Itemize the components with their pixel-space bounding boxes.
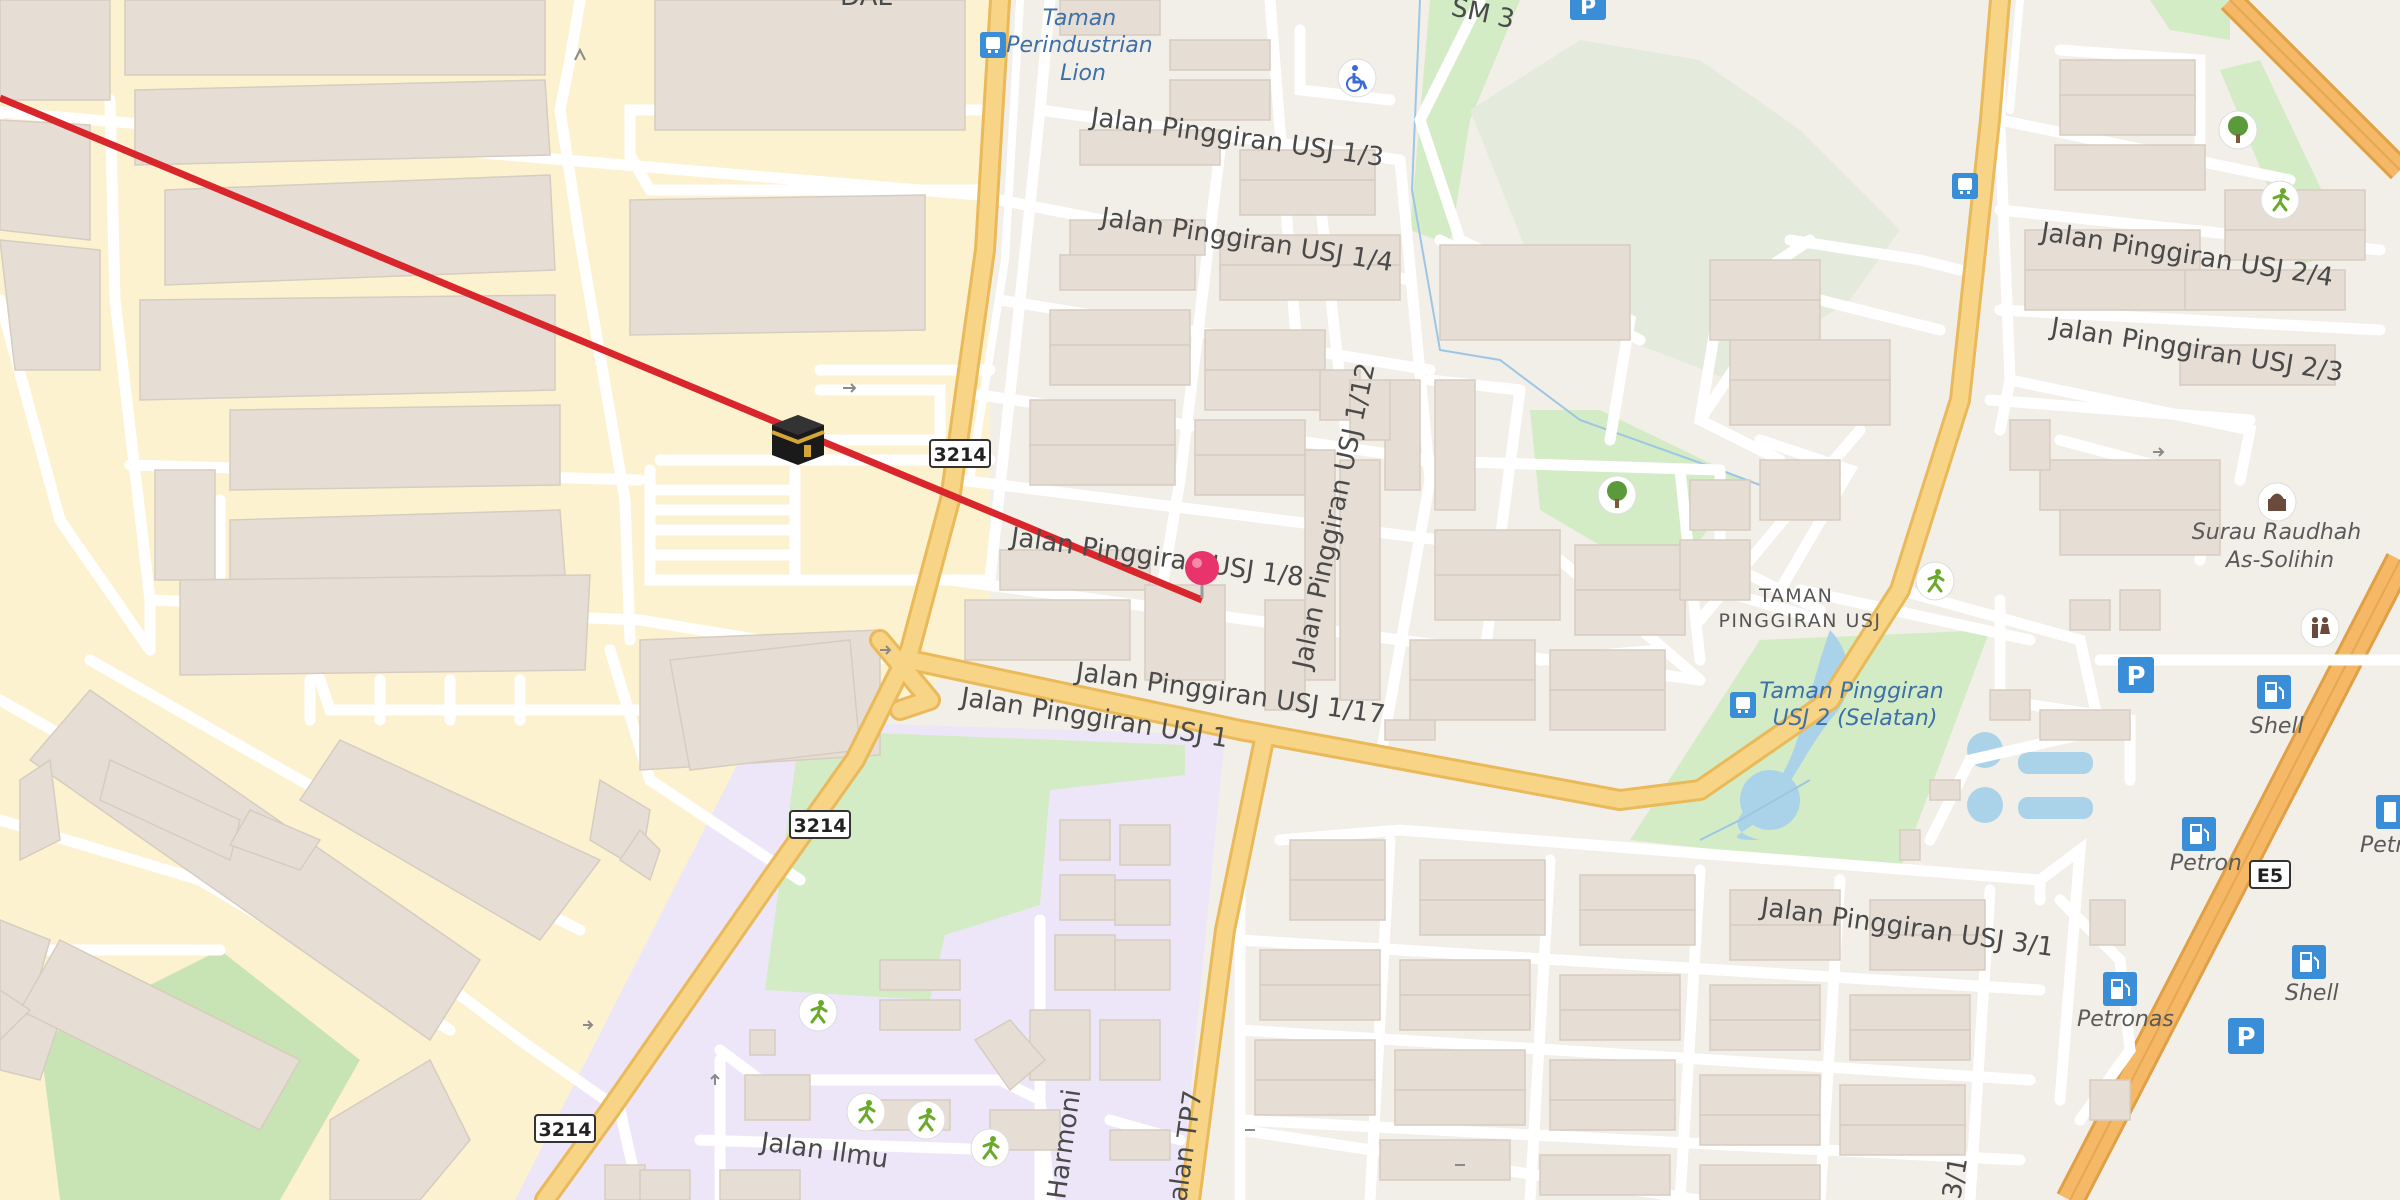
- tree-park-icon[interactable]: [2218, 110, 2258, 150]
- parking-icon[interactable]: P: [2228, 1018, 2264, 1054]
- leisure-runner-icon[interactable]: [2260, 180, 2300, 220]
- map-canvas[interactable]: Jalan Pinggiran USJ 1/3 Jalan Pinggiran …: [0, 0, 2400, 1200]
- qibla-kaaba-icon: [771, 415, 825, 465]
- wheelchair-icon[interactable]: [1337, 58, 1377, 98]
- partial-label-top-1: DAL: [840, 0, 892, 12]
- map-view[interactable]: Jalan Pinggiran USJ 1/3 Jalan Pinggiran …: [0, 0, 2400, 1200]
- svg-text:3214: 3214: [539, 1119, 592, 1141]
- leisure-runner-icon[interactable]: [798, 992, 838, 1032]
- poi-label-petronas: Petronas: [2077, 1007, 2174, 1032]
- leisure-runner-icon[interactable]: [970, 1128, 1010, 1168]
- route-shield-e5: E5: [2249, 860, 2291, 889]
- leisure-runner-icon[interactable]: [1915, 561, 1955, 601]
- poi-label-petron-2: Petr: [2360, 833, 2400, 858]
- parking-icon[interactable]: P: [2118, 657, 2154, 693]
- route-shield-3214-b: 3214: [789, 810, 851, 839]
- route-shield-3214-c: 3214: [534, 1114, 596, 1143]
- bus-stop-icon[interactable]: [1952, 173, 1978, 199]
- svg-text:P: P: [1580, 0, 1596, 20]
- fuel-station-icon[interactable]: [2103, 972, 2137, 1006]
- lake-lobe: [1740, 770, 1800, 830]
- toilets-icon[interactable]: [2300, 608, 2340, 648]
- poi-label-shell-2: Shell: [2285, 981, 2339, 1006]
- pool-2: [2018, 797, 2093, 819]
- fuel-station-icon[interactable]: [2257, 675, 2291, 709]
- fuel-station-icon[interactable]: [2182, 817, 2216, 851]
- pool-1: [2018, 752, 2093, 774]
- svg-text:P: P: [2126, 662, 2145, 692]
- leisure-runner-icon[interactable]: [846, 1092, 886, 1132]
- poi-label-petron-1: Petron: [2170, 851, 2242, 876]
- svg-text:P: P: [2236, 1023, 2255, 1053]
- poi-label-shell-1: Shell: [2250, 714, 2304, 739]
- pond-2: [1967, 787, 2003, 823]
- fuel-station-icon[interactable]: [2376, 795, 2400, 829]
- parking-icon[interactable]: P: [1570, 0, 1606, 20]
- place-of-worship-icon[interactable]: [2257, 482, 2297, 522]
- svg-text:E5: E5: [2257, 865, 2283, 887]
- bus-stop-icon[interactable]: [980, 32, 1006, 58]
- bus-stop-icon[interactable]: [1730, 692, 1756, 718]
- svg-text:3214: 3214: [934, 444, 987, 466]
- tree-park-icon[interactable]: [1597, 475, 1637, 515]
- leisure-runner-icon[interactable]: [906, 1100, 946, 1140]
- fuel-station-icon[interactable]: [2292, 945, 2326, 979]
- svg-text:3214: 3214: [794, 815, 847, 837]
- route-shield-3214-a: 3214: [929, 439, 991, 468]
